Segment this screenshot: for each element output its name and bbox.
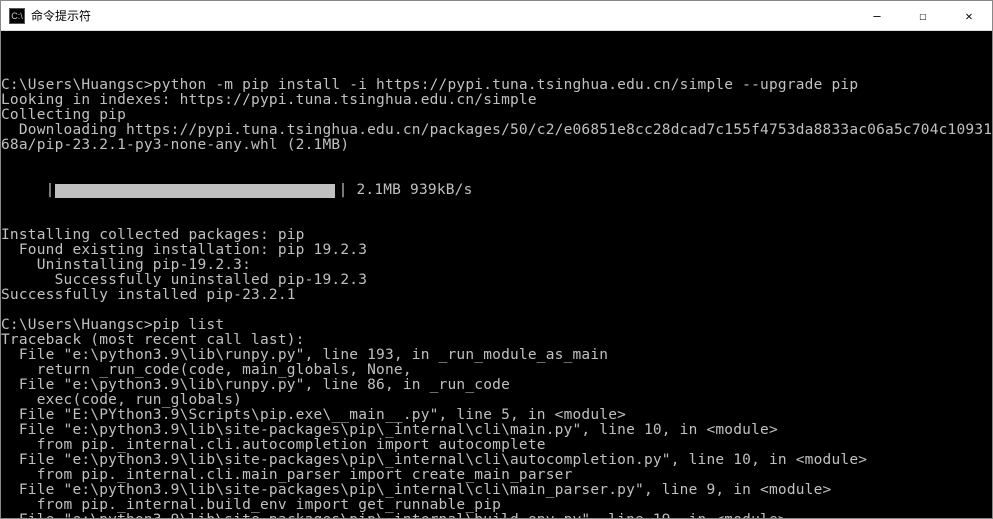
- terminal-line: from pip._internal.cli.autocompletion im…: [1, 438, 992, 453]
- terminal-line: Downloading https://pypi.tuna.tsinghua.e…: [1, 123, 992, 138]
- titlebar[interactable]: C:\ 命令提示符 — ☐ ✕: [1, 1, 992, 31]
- terminal-line: File "e:\python3.9\lib\runpy.py", line 8…: [1, 378, 992, 393]
- terminal-line: File "e:\python3.9\lib\site-packages\pip…: [1, 453, 992, 468]
- terminal-line: [1, 63, 992, 78]
- terminal-line: Looking in indexes: https://pypi.tuna.ts…: [1, 93, 992, 108]
- terminal-output[interactable]: C:\Users\Huangsc>python -m pip install -…: [1, 31, 992, 518]
- close-button[interactable]: ✕: [946, 1, 992, 30]
- progress-text: | 2.1MB 939kB/s: [339, 183, 473, 198]
- terminal-line: Uninstalling pip-19.2.3:: [1, 258, 992, 273]
- progress-bar: [55, 184, 335, 198]
- terminal-line: return _run_code(code, main_globals, Non…: [1, 363, 992, 378]
- terminal-line: from pip._internal.build_env import get_…: [1, 498, 992, 513]
- terminal-line: File "e:\python3.9\lib\runpy.py", line 1…: [1, 348, 992, 363]
- progress-indent: |: [1, 183, 55, 198]
- terminal-line: 68a/pip-23.2.1-py3-none-any.whl (2.1MB): [1, 138, 992, 153]
- progress-line: | | 2.1MB 939kB/s: [1, 183, 992, 198]
- terminal-line: C:\Users\Huangsc>python -m pip install -…: [1, 78, 992, 93]
- cmd-icon: C:\: [9, 8, 25, 24]
- terminal-line: exec(code, run_globals): [1, 393, 992, 408]
- terminal-line: Collecting pip: [1, 108, 992, 123]
- minimize-button[interactable]: —: [854, 1, 900, 30]
- command-prompt-window: C:\ 命令提示符 — ☐ ✕ C:\Users\Huangsc>python …: [0, 0, 993, 519]
- terminal-line: File "E:\PYthon3.9\Scripts\pip.exe\__mai…: [1, 408, 992, 423]
- terminal-line: from pip._internal.cli.main_parser impor…: [1, 468, 992, 483]
- terminal-line: File "e:\python3.9\lib\site-packages\pip…: [1, 513, 992, 518]
- terminal-line: Successfully installed pip-23.2.1: [1, 288, 992, 303]
- terminal-line: [1, 303, 992, 318]
- window-title: 命令提示符: [31, 7, 854, 24]
- terminal-line: Found existing installation: pip 19.2.3: [1, 243, 992, 258]
- terminal-line: Traceback (most recent call last):: [1, 333, 992, 348]
- window-controls: — ☐ ✕: [854, 1, 992, 30]
- terminal-line: Successfully uninstalled pip-19.2.3: [1, 273, 992, 288]
- maximize-button[interactable]: ☐: [900, 1, 946, 30]
- terminal-line: Installing collected packages: pip: [1, 228, 992, 243]
- terminal-line: C:\Users\Huangsc>pip list: [1, 318, 992, 333]
- terminal-line: File "e:\python3.9\lib\site-packages\pip…: [1, 483, 992, 498]
- terminal-line: File "e:\python3.9\lib\site-packages\pip…: [1, 423, 992, 438]
